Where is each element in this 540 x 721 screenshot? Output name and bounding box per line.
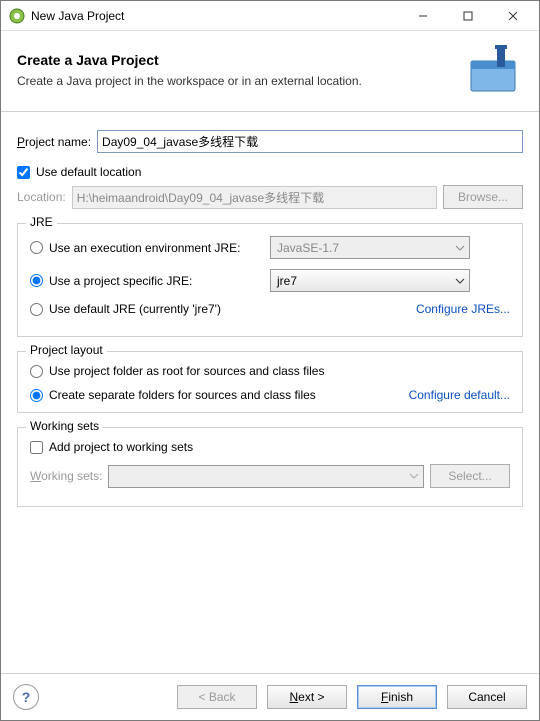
finish-button[interactable]: Finish xyxy=(357,685,437,709)
close-button[interactable] xyxy=(490,1,535,30)
working-sets-select xyxy=(108,465,424,488)
configure-jres-link[interactable]: Configure JREs... xyxy=(416,302,510,316)
jre-env-select: JavaSE-1.7 xyxy=(270,236,470,259)
cancel-button[interactable]: Cancel xyxy=(447,685,527,709)
minimize-button[interactable] xyxy=(400,1,445,30)
dialog-header: Create a Java Project Create a Java proj… xyxy=(1,31,539,111)
project-layout-legend: Project layout xyxy=(26,343,107,357)
next-button[interactable]: Next > xyxy=(267,685,347,709)
jre-specific-radio[interactable]: Use a project specific JRE: xyxy=(30,274,270,288)
project-name-label: Project name: xyxy=(17,135,91,149)
back-button: < Back xyxy=(177,685,257,709)
jre-default-radio[interactable]: Use default JRE (currently 'jre7') xyxy=(30,302,270,316)
use-default-location-checkbox[interactable]: Use default location xyxy=(17,165,523,179)
footer: ? < Back Next > Finish Cancel xyxy=(1,673,539,720)
working-sets-label: Working sets: xyxy=(30,469,102,483)
page-subtitle: Create a Java project in the workspace o… xyxy=(17,74,465,88)
titlebar: New Java Project xyxy=(1,1,539,31)
jre-group: JRE Use an execution environment JRE: Ja… xyxy=(17,223,523,337)
browse-button: Browse... xyxy=(443,185,523,209)
page-title: Create a Java Project xyxy=(17,52,465,68)
window-title: New Java Project xyxy=(31,9,400,23)
jre-legend: JRE xyxy=(26,215,57,229)
project-layout-group: Project layout Use project folder as roo… xyxy=(17,351,523,413)
use-default-location-label: Use default location xyxy=(36,165,141,179)
configure-default-link[interactable]: Configure default... xyxy=(409,388,510,402)
location-label: Location: xyxy=(17,190,66,204)
use-default-location-input[interactable] xyxy=(17,166,30,179)
working-sets-legend: Working sets xyxy=(26,419,103,433)
jre-specific-select[interactable]: jre7 xyxy=(270,269,470,292)
wizard-icon xyxy=(465,41,523,99)
add-working-sets-checkbox[interactable]: Add project to working sets xyxy=(30,440,510,454)
jre-env-radio[interactable]: Use an execution environment JRE: xyxy=(30,241,270,255)
help-button[interactable]: ? xyxy=(13,684,39,710)
working-sets-group: Working sets Add project to working sets… xyxy=(17,427,523,507)
maximize-button[interactable] xyxy=(445,1,490,30)
app-icon xyxy=(9,8,25,24)
location-input xyxy=(72,186,437,209)
project-name-input[interactable] xyxy=(97,130,523,153)
layout-separate-radio[interactable]: Create separate folders for sources and … xyxy=(30,388,316,402)
select-working-sets-button: Select... xyxy=(430,464,510,488)
layout-root-radio[interactable]: Use project folder as root for sources a… xyxy=(30,364,510,378)
content-area: Project name: Use default location Locat… xyxy=(1,112,539,673)
